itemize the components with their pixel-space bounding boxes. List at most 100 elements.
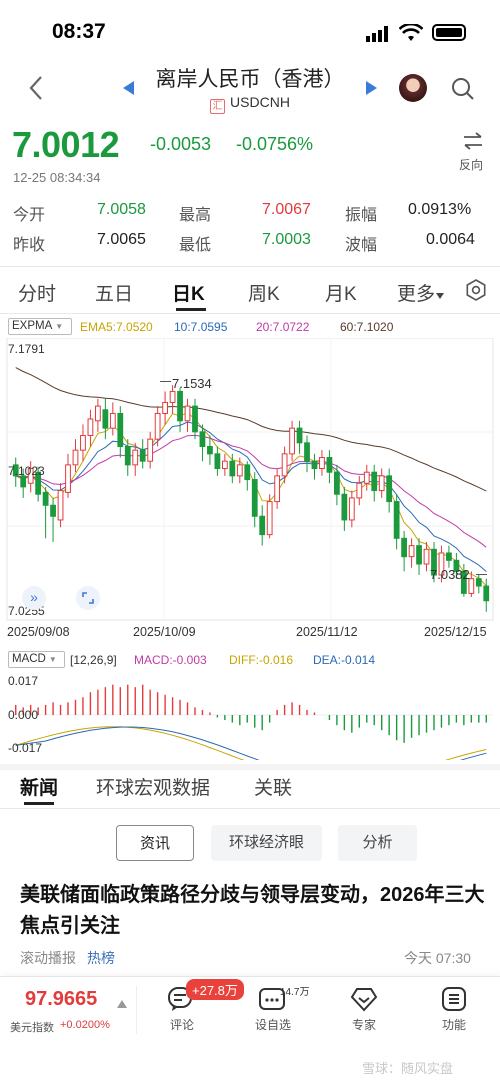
search-icon[interactable] xyxy=(451,77,475,106)
candle-body xyxy=(378,475,385,492)
low-marker-line xyxy=(476,574,487,575)
stat-label: 振幅 xyxy=(345,207,378,224)
avatar[interactable] xyxy=(399,74,427,102)
divider xyxy=(0,313,500,314)
article-tag[interactable]: 热榜 xyxy=(87,948,115,968)
index-value[interactable]: 97.9665 xyxy=(25,988,97,1011)
tab-news[interactable]: 新闻 xyxy=(20,773,58,800)
expert-label[interactable]: 专家 xyxy=(344,1016,384,1033)
candle-body xyxy=(311,460,318,470)
active-tab-indicator xyxy=(176,308,206,311)
candle-body xyxy=(326,457,333,473)
candle-body xyxy=(475,578,482,587)
candle-body xyxy=(221,460,228,470)
stat-label: 最高 xyxy=(179,207,212,224)
candle-body xyxy=(251,479,258,517)
filter-global-eye[interactable]: 环球经济眼 xyxy=(211,825,322,861)
article-source: 滚动播报 xyxy=(20,950,76,966)
low-marker: 7.0382 xyxy=(430,567,470,582)
candle-body xyxy=(371,471,378,492)
tab-daily-k[interactable]: 日K xyxy=(172,279,205,306)
indicator-selector[interactable]: EXPMA ▼ xyxy=(8,318,72,335)
macd-axis-bottom: -0.017 xyxy=(8,741,43,755)
filter-analysis[interactable]: 分析 xyxy=(338,825,417,861)
candle-body xyxy=(184,405,191,422)
candle-body xyxy=(139,449,146,462)
candle-body xyxy=(266,501,273,536)
chevron-down-icon[interactable] xyxy=(436,288,444,306)
next-symbol-icon[interactable] xyxy=(366,81,378,100)
article-headline[interactable]: 美联储面临政策路径分歧与领导层变动，2026年三大焦点引关注 xyxy=(20,880,490,942)
tab-intraday[interactable]: 分时 xyxy=(18,279,56,306)
symbol-line: 汇 USDCNH xyxy=(0,94,500,114)
candle-body xyxy=(236,464,243,477)
candle-body xyxy=(109,412,116,429)
tab-related[interactable]: 关联 xyxy=(254,773,292,800)
candle-body xyxy=(229,460,236,477)
macd-value: MACD:-0.003 xyxy=(134,653,207,667)
macd-selector[interactable]: MACD ▼ xyxy=(8,651,65,668)
candle-body xyxy=(50,504,56,517)
fullscreen-icon[interactable] xyxy=(76,586,100,610)
divider xyxy=(136,986,137,1034)
watch-label[interactable]: 设自选 xyxy=(248,1016,298,1033)
candle-body xyxy=(80,434,86,451)
tab-more[interactable]: 更多 xyxy=(397,279,435,306)
chart-settings-icon[interactable] xyxy=(465,279,487,306)
comment-label[interactable]: 评论 xyxy=(162,1016,202,1033)
comment-badge: +27.8万 xyxy=(186,979,244,1000)
macd-name: MACD xyxy=(12,653,46,665)
tab-monthly-k[interactable]: 月K xyxy=(325,279,357,306)
ema60-value: 60:7.1020 xyxy=(340,320,394,334)
date-label: 2025/10/09 xyxy=(133,625,196,639)
candle-body xyxy=(289,427,295,455)
indicator-name: EXPMA xyxy=(12,320,53,332)
stat-label: 今开 xyxy=(13,207,46,224)
fx-icon: 汇 xyxy=(210,99,226,114)
tab-weekly-k[interactable]: 周K xyxy=(248,279,280,306)
axis-top-label: 7.1791 xyxy=(8,342,45,356)
price-change-pct: -0.0756% xyxy=(236,134,314,154)
battery-icon xyxy=(432,24,466,41)
candle-body xyxy=(244,464,251,481)
function-menu-icon[interactable] xyxy=(441,986,467,1017)
candle-body xyxy=(65,464,71,493)
function-label[interactable]: 功能 xyxy=(434,1016,474,1033)
quote-timestamp: 12-25 08:34:34 xyxy=(13,170,101,185)
candle-body xyxy=(401,537,407,558)
macd-axis-top: 0.017 xyxy=(8,674,39,688)
dea-line xyxy=(15,726,487,760)
date-label: 2025/11/12 xyxy=(296,625,358,639)
candle-body xyxy=(192,405,198,433)
watermark: 雪球：随风实盘 xyxy=(362,1061,454,1076)
tab-five-day[interactable]: 五日 xyxy=(95,279,133,306)
stat-value: 0.0064 xyxy=(426,231,475,248)
candle-body xyxy=(386,475,393,503)
kline-chart[interactable] xyxy=(0,338,500,622)
candle-body xyxy=(446,552,452,561)
stat-value: 7.0065 xyxy=(97,231,146,248)
high-marker-line xyxy=(160,381,171,382)
candle-body xyxy=(177,390,183,422)
ema10-line xyxy=(15,421,487,572)
candle-body xyxy=(154,412,161,440)
wifi-icon xyxy=(398,22,424,47)
status-time: 08:37 xyxy=(52,20,106,43)
date-label: 2025/09/08 xyxy=(7,625,70,639)
news-tab-indicator xyxy=(24,802,54,805)
tab-macro-data[interactable]: 环球宏观数据 xyxy=(96,773,210,800)
filter-news[interactable]: 资讯 xyxy=(116,825,194,861)
candle-body xyxy=(87,418,94,436)
macd-chart[interactable] xyxy=(0,672,500,760)
flip-label[interactable]: 反向 xyxy=(459,156,483,173)
dea-value: DEA:-0.014 xyxy=(313,653,376,667)
candle-body xyxy=(363,471,370,484)
expert-icon[interactable] xyxy=(350,986,378,1017)
index-change: +0.0200% xyxy=(60,1019,110,1031)
candle-body xyxy=(393,501,400,539)
ema20-line xyxy=(15,434,487,548)
triangle-up-icon xyxy=(117,995,127,1013)
flip-icon[interactable] xyxy=(462,132,484,155)
stat-label: 昨收 xyxy=(13,237,46,254)
expand-left-icon[interactable]: » xyxy=(22,586,46,610)
